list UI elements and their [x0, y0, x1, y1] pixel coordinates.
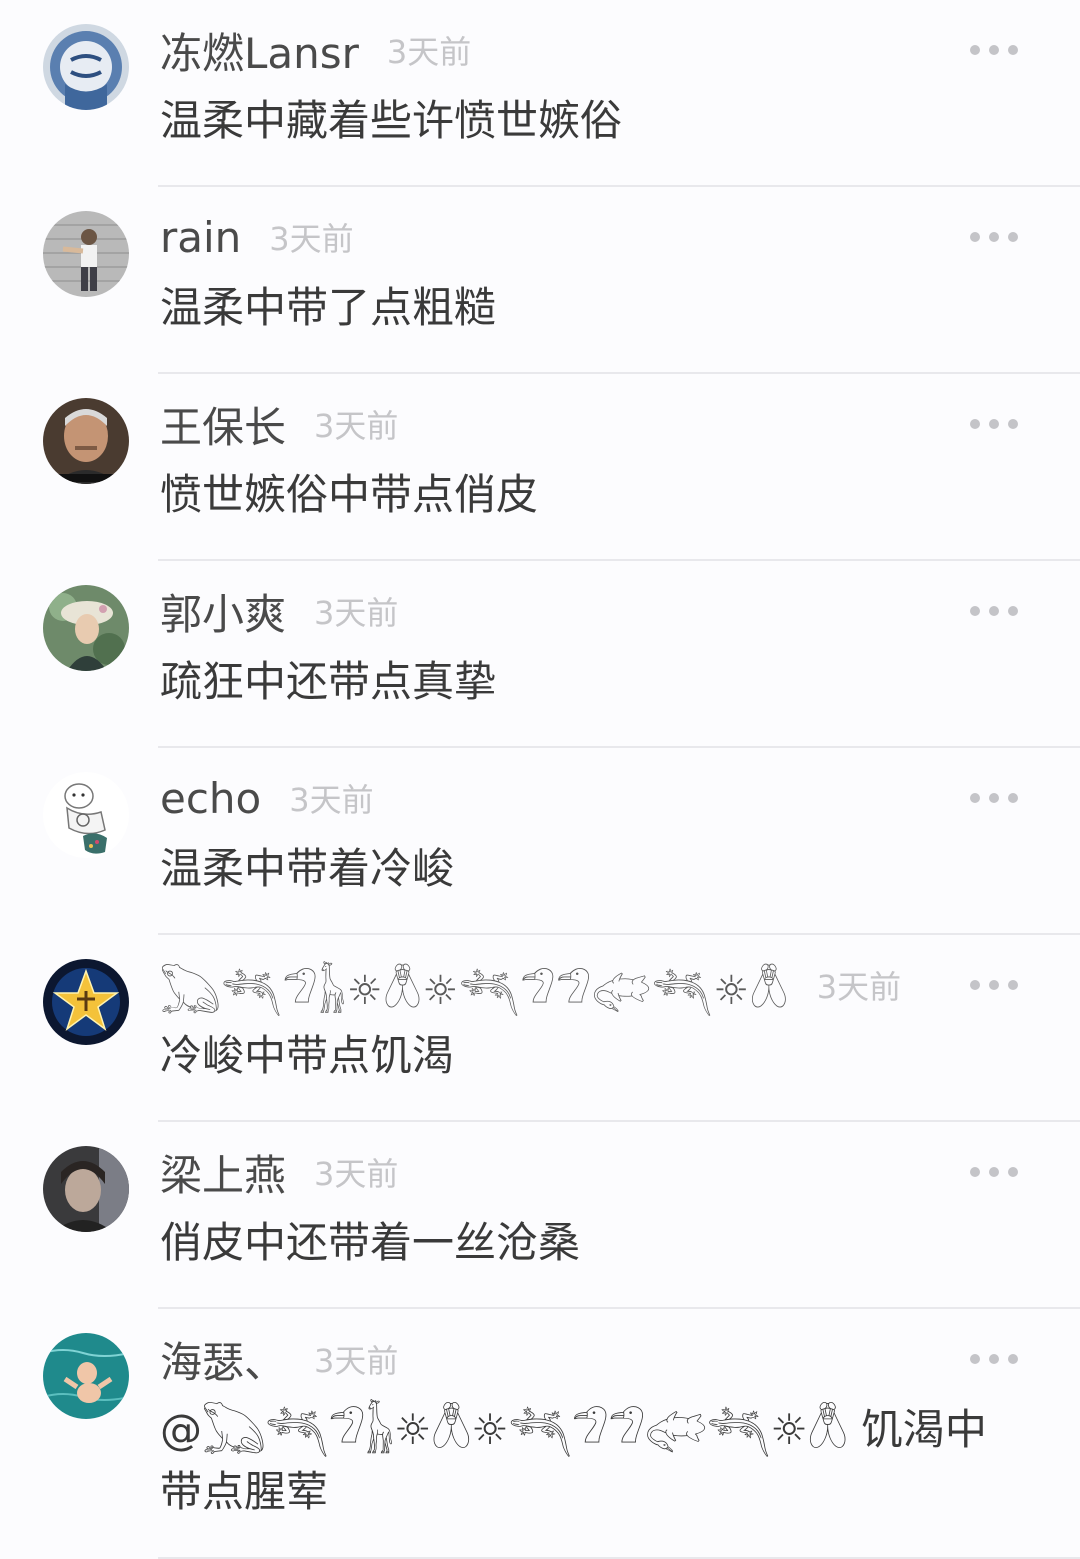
comment-author[interactable]: 𓆏𓆈𓅿𓃱☼𓆦☼𓆈𓅿𓅿𓅾𓆈☼𓆦 — [160, 952, 789, 1018]
comment-text: 温柔中藏着些许愤世嫉俗 — [160, 96, 623, 145]
ellipsis-icon[interactable] — [970, 225, 1018, 249]
comment-author[interactable]: 海瑟、 — [160, 1329, 286, 1390]
ellipsis-icon[interactable] — [970, 786, 1018, 810]
avatar[interactable] — [43, 24, 129, 110]
comment-text: 温柔中带着冷峻 — [160, 844, 455, 893]
comment-header: 海瑟、 3天前 — [160, 1331, 398, 1387]
comment-time: 3天前 — [289, 781, 374, 819]
comment-time: 3天前 — [816, 968, 902, 1006]
comment-header: rain 3天前 — [160, 209, 354, 265]
comment-text: 愤世嫉俗中带点俏皮 — [160, 470, 539, 519]
comment-item: 冻燃Lansr 3天前 温柔中藏着些许愤世嫉俗 — [0, 0, 1080, 187]
ellipsis-icon[interactable] — [970, 38, 1018, 62]
comment-time: 3天前 — [314, 1342, 399, 1380]
comment-header: 梁上燕 3天前 — [160, 1144, 398, 1200]
avatar[interactable] — [43, 585, 129, 671]
comment-item: 海瑟、 3天前 @𓆏𓆈𓅿𓃱☼𓆦☼𓆈𓅿𓅿𓅾𓆈☼𓆦 饥渴中带点腥荤 — [0, 1309, 1080, 1559]
comment-text: 温柔中带了点粗糙 — [160, 283, 497, 332]
comment-header: 王保长 3天前 — [160, 396, 398, 452]
comment-list: 冻燃Lansr 3天前 温柔中藏着些许愤世嫉俗 rain 3天前 温柔中带了点粗… — [0, 0, 1080, 1559]
comment-text: @𓆏𓆈𓅿𓃱☼𓆦☼𓆈𓅿𓅿𓅾𓆈☼𓆦 饥渴中带点腥荤 — [160, 1405, 987, 1516]
painting-woman-avatar-icon — [43, 585, 129, 671]
ellipsis-icon[interactable] — [970, 1160, 1018, 1184]
comment-header: 郭小爽 3天前 — [160, 583, 398, 639]
comment-item: 郭小爽 3天前 疏狂中还带点真挚 — [0, 561, 1080, 748]
comment-item: echo 3天前 温柔中带着冷峻 — [0, 748, 1080, 935]
comment-item: 王保长 3天前 愤世嫉俗中带点俏皮 — [0, 374, 1080, 561]
comment-item: 𓆏𓆈𓅿𓃱☼𓆦☼𓆈𓅿𓅿𓅾𓆈☼𓆦 3天前 冷峻中带点饥渴 — [0, 935, 1080, 1122]
comment-time: 3天前 — [269, 220, 354, 258]
comment-text: 冷峻中带点饥渴 — [160, 1031, 455, 1080]
comment-author[interactable]: 王保长 — [160, 394, 286, 455]
ellipsis-icon[interactable] — [970, 1347, 1018, 1371]
comment-author[interactable]: 梁上燕 — [160, 1142, 286, 1203]
star-avatar-icon — [43, 959, 129, 1045]
man-portrait-avatar-icon — [43, 398, 129, 484]
comment-item: rain 3天前 温柔中带了点粗糙 — [0, 187, 1080, 374]
comment-header: echo 3天前 — [160, 770, 374, 826]
comment-author[interactable]: echo — [160, 774, 261, 823]
comment-time: 3天前 — [314, 1155, 399, 1193]
comment-author[interactable]: 冻燃Lansr — [160, 20, 359, 81]
comment-author[interactable]: rain — [160, 213, 241, 262]
avatar[interactable] — [43, 959, 129, 1045]
comment-author[interactable]: 郭小爽 — [160, 581, 286, 642]
comment-text: 疏狂中还带点真挚 — [160, 657, 497, 706]
person-wall-avatar-icon — [43, 211, 129, 297]
blue-graffiti-avatar-icon — [43, 24, 129, 110]
avatar[interactable] — [43, 211, 129, 297]
avatar[interactable] — [43, 1333, 129, 1419]
comment-time: 3天前 — [314, 594, 399, 632]
dark-portrait-avatar-icon — [43, 1146, 129, 1232]
avatar[interactable] — [43, 772, 129, 858]
cartoon-character-avatar-icon — [43, 772, 129, 858]
comment-header: 冻燃Lansr 3天前 — [160, 22, 471, 78]
comment-time: 3天前 — [386, 33, 472, 71]
comment-item: 梁上燕 3天前 俏皮中还带着一丝沧桑 — [0, 1122, 1080, 1309]
underwater-baby-avatar-icon — [43, 1333, 129, 1419]
avatar[interactable] — [43, 398, 129, 484]
comment-time: 3天前 — [314, 407, 399, 445]
comment-text: 俏皮中还带着一丝沧桑 — [160, 1218, 581, 1267]
ellipsis-icon[interactable] — [970, 973, 1018, 997]
comment-header: 𓆏𓆈𓅿𓃱☼𓆦☼𓆈𓅿𓅿𓅾𓆈☼𓆦 3天前 — [160, 957, 902, 1014]
ellipsis-icon[interactable] — [970, 599, 1018, 623]
ellipsis-icon[interactable] — [970, 412, 1018, 436]
avatar[interactable] — [43, 1146, 129, 1232]
